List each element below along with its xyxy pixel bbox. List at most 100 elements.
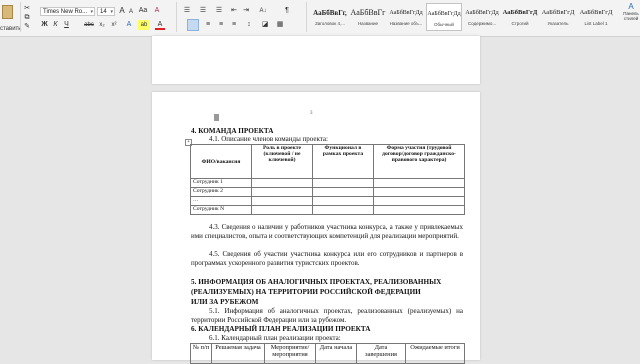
style-sample: АаБбВвГгДд bbox=[389, 10, 423, 16]
shading-button[interactable]: ◪ bbox=[260, 20, 270, 30]
team-cell[interactable] bbox=[312, 196, 374, 206]
team-cell[interactable] bbox=[251, 178, 313, 188]
team-row-name[interactable]: Сотрудник 2 bbox=[190, 187, 252, 197]
team-cell[interactable] bbox=[373, 196, 465, 206]
justify-button[interactable]: ≡ bbox=[229, 20, 239, 30]
team-row-name[interactable]: Сотрудник 1 bbox=[190, 178, 252, 188]
section4-title[interactable]: 4. КОМАНДА ПРОЕКТА bbox=[191, 127, 273, 135]
style-list-label[interactable]: АаБбВвГгД List Label 1 bbox=[578, 3, 614, 31]
format-painter-icon[interactable]: ✎ bbox=[23, 22, 31, 32]
style-name: Строгий bbox=[511, 21, 529, 26]
styles-pane-button[interactable]: A Панель стилей bbox=[622, 2, 640, 21]
cal-header-start[interactable]: Дата начала bbox=[315, 343, 357, 364]
team-header-form[interactable]: Форма участия (трудовой договор/договор … bbox=[373, 144, 465, 179]
multilevel-list-button[interactable]: ☰ bbox=[213, 6, 225, 16]
style-sample: АаБбВвГгДд bbox=[465, 10, 499, 16]
highlight-button[interactable]: ab bbox=[138, 20, 150, 30]
team-header-role[interactable]: Роль в проекте (ключевой / не ключевой) bbox=[251, 144, 313, 179]
font-color-button[interactable]: A bbox=[155, 20, 165, 30]
shrink-font-button[interactable]: A bbox=[127, 7, 135, 17]
page-previous bbox=[152, 36, 480, 84]
team-cell[interactable] bbox=[373, 187, 465, 197]
team-table: ФИО/вакансия Роль в проекте (ключевой / … bbox=[190, 144, 465, 215]
paste-icon bbox=[2, 5, 13, 19]
paste-label: ставить bbox=[0, 26, 22, 32]
underline-button[interactable]: Ч bbox=[62, 20, 71, 30]
numbering-button[interactable]: ☰ bbox=[197, 6, 209, 16]
style-sample: АаБбВвГг, bbox=[313, 9, 347, 17]
font-name-select[interactable]: Times New Ro... ▾ bbox=[40, 7, 95, 16]
style-name: Название объ... bbox=[389, 21, 423, 26]
paragraph-4-5[interactable]: 4.5. Сведения об участии участника конку… bbox=[191, 250, 463, 268]
align-center-button[interactable]: ≡ bbox=[203, 20, 213, 30]
section5-title-line2[interactable]: (РЕАЛИЗУЕМЫХ) НА ТЕРРИТОРИИ РОССИЙСКОЙ Ф… bbox=[191, 288, 421, 296]
text-effects-button[interactable]: A bbox=[124, 20, 134, 30]
divider bbox=[20, 2, 21, 32]
page-number: 3 bbox=[310, 111, 313, 116]
team-cell[interactable] bbox=[312, 187, 374, 197]
team-cell[interactable] bbox=[251, 196, 313, 206]
cal-header-results[interactable]: Ожидаемые итоги bbox=[405, 343, 465, 364]
section4-1-text[interactable]: 4.1. Описание членов команды проекта: bbox=[209, 135, 328, 143]
clear-formatting-button[interactable]: A bbox=[152, 6, 162, 16]
team-cell[interactable] bbox=[312, 178, 374, 188]
divider bbox=[176, 2, 177, 32]
team-cell[interactable] bbox=[251, 205, 313, 215]
team-cell[interactable] bbox=[373, 178, 465, 188]
section5-title-line1[interactable]: 5. ИНФОРМАЦИЯ ОБ АНАЛОГИЧНЫХ ПРОЕКТАХ, Р… bbox=[191, 278, 441, 286]
style-contents[interactable]: АаБбВвГгДд Содержимо... bbox=[464, 3, 500, 31]
style-name: Обычный bbox=[434, 22, 454, 27]
chevron-down-icon: ▾ bbox=[110, 9, 113, 15]
line-spacing-button[interactable]: ↕ bbox=[244, 20, 254, 30]
text-cursor-icon bbox=[214, 114, 219, 121]
bold-button[interactable]: Ж bbox=[40, 20, 49, 30]
team-header-function[interactable]: Функционал в рамках проекта bbox=[312, 144, 374, 179]
superscript-button[interactable]: x² bbox=[109, 20, 119, 30]
paragraph-4-3[interactable]: 4.3. Сведения о наличии у работников уча… bbox=[191, 223, 463, 241]
chevron-down-icon: ▾ bbox=[90, 9, 93, 15]
bullets-button[interactable]: ☰ bbox=[181, 6, 193, 16]
style-name: Название bbox=[357, 21, 379, 26]
style-strong[interactable]: АаБбВвГгД Строгий bbox=[502, 3, 538, 31]
style-normal[interactable]: АаБбВвГгДд Обычный bbox=[426, 3, 462, 31]
strikethrough-button[interactable]: abc bbox=[83, 20, 95, 30]
team-cell[interactable] bbox=[373, 205, 465, 215]
style-object-title[interactable]: АаБбВвГгДд Название объ... bbox=[388, 3, 424, 31]
align-right-button[interactable]: ≡ bbox=[216, 20, 226, 30]
style-heading4[interactable]: АаБбВвГг, Заголовок 4,... bbox=[312, 3, 348, 31]
cal-header-task[interactable]: Решаемая задача bbox=[211, 343, 265, 364]
style-title[interactable]: АаБбВвГг Название bbox=[350, 3, 386, 31]
style-name: Заголовок 4,... bbox=[315, 21, 345, 26]
borders-button[interactable]: ▦ bbox=[275, 20, 285, 30]
cal-header-number[interactable]: № п/п bbox=[190, 343, 212, 364]
section6-1-text[interactable]: 6.1. Календарный план реализации проекта… bbox=[209, 334, 341, 342]
team-cell[interactable] bbox=[251, 187, 313, 197]
team-row-name[interactable]: … bbox=[190, 196, 252, 206]
sort-button[interactable]: A↓ bbox=[257, 6, 269, 16]
style-index[interactable]: АаБбВвГгД Указатель bbox=[540, 3, 576, 31]
section5-title-line3[interactable]: ИЛИ ЗА РУБЕЖОМ bbox=[191, 298, 258, 306]
font-size-select[interactable]: 14 ▾ bbox=[97, 7, 115, 16]
font-name-value: Times New Ro... bbox=[43, 9, 88, 15]
team-cell[interactable] bbox=[312, 205, 374, 215]
section6-title[interactable]: 6. КАЛЕНДАРНЫЙ ПЛАН РЕАЛИЗАЦИИ ПРОЕКТА bbox=[191, 325, 370, 333]
align-left-button[interactable] bbox=[187, 19, 199, 31]
change-case-button[interactable]: Aa bbox=[137, 6, 149, 16]
styles-pane-label: Панель стилей bbox=[623, 11, 639, 21]
subscript-button[interactable]: x₂ bbox=[97, 20, 107, 30]
decrease-indent-button[interactable]: ⇤ bbox=[229, 6, 239, 16]
italic-button[interactable]: К bbox=[51, 20, 60, 30]
page-current: 3 4. КОМАНДА ПРОЕКТА 4.1. Описание члено… bbox=[152, 92, 480, 364]
team-header-name[interactable]: ФИО/вакансия bbox=[190, 144, 252, 179]
paragraph-5-1[interactable]: 5.1. Информация об аналогичных проектах,… bbox=[191, 307, 463, 324]
increase-indent-button[interactable]: ⇥ bbox=[241, 6, 251, 16]
cal-header-end[interactable]: Дата завершения bbox=[356, 343, 406, 364]
calendar-table: № п/п Решаемая задача Мероприятие/ мероп… bbox=[190, 343, 465, 364]
paste-button[interactable]: ставить bbox=[0, 2, 21, 32]
styles-gallery: АаБбВвГг, Заголовок 4,... АаБбВвГг Названи… bbox=[312, 3, 630, 31]
show-formatting-button[interactable]: ¶ bbox=[282, 6, 292, 16]
style-name: List Label 1 bbox=[584, 21, 608, 26]
cal-header-activity[interactable]: Мероприятие/ мероприятия bbox=[264, 343, 316, 364]
grow-font-button[interactable]: A bbox=[118, 6, 126, 16]
team-row-name[interactable]: Сотрудник N bbox=[190, 205, 252, 215]
